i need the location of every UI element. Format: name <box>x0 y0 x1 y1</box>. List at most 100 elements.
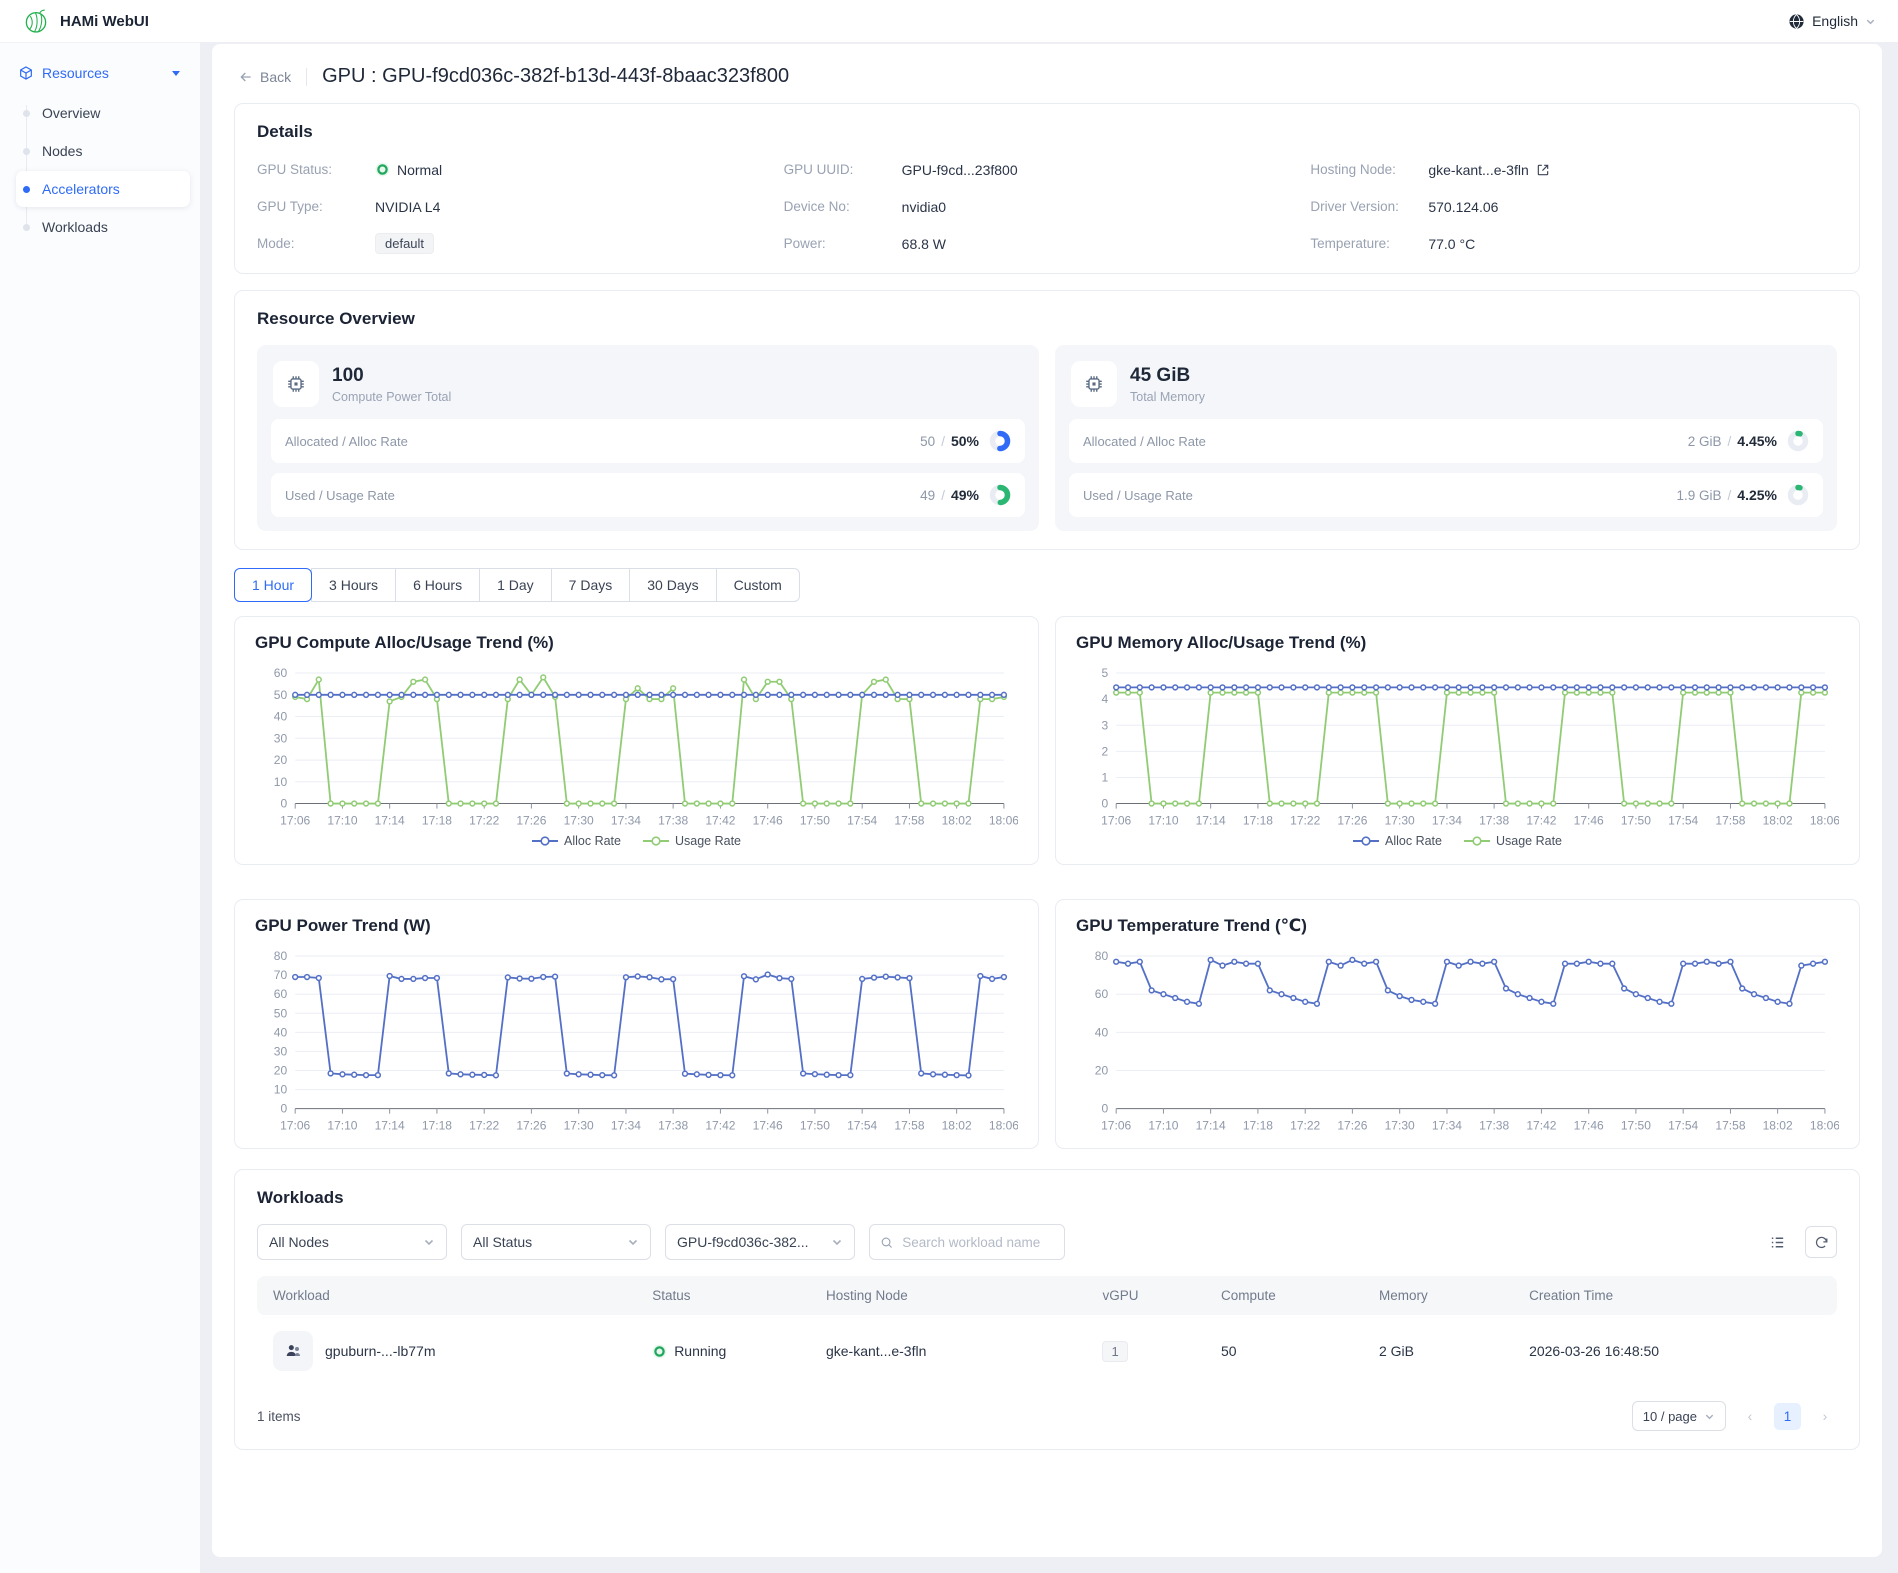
legend-marker-icon <box>643 836 669 846</box>
legend-item-usage-rate[interactable]: Usage Rate <box>643 834 741 848</box>
svg-text:17:22: 17:22 <box>1290 1118 1320 1132</box>
field-label: GPU Type: <box>257 199 375 214</box>
svg-text:17:14: 17:14 <box>1196 1118 1226 1132</box>
details-grid: GPU Status:NormalGPU Type:NVIDIA L4Mode:… <box>257 158 1837 255</box>
legend-label: Alloc Rate <box>564 834 621 848</box>
svg-text:60: 60 <box>1095 987 1109 1001</box>
status-filter-value: All Status <box>473 1234 532 1250</box>
field-value: Normal <box>397 162 442 178</box>
details-column: Hosting Node:gke-kant...e-3flnDriver Ver… <box>1310 158 1837 255</box>
brand: HAMi WebUI <box>22 7 149 35</box>
time-range-tab-3-hours[interactable]: 3 Hours <box>311 568 396 602</box>
svg-text:40: 40 <box>274 1025 288 1039</box>
time-range-tab-custom[interactable]: Custom <box>716 568 800 602</box>
details-card: Details GPU Status:NormalGPU Type:NVIDIA… <box>234 103 1860 274</box>
sidebar-tree: Overview NodesAcceleratorsWorkloads <box>16 95 190 245</box>
svg-text:17:10: 17:10 <box>1148 1118 1178 1132</box>
workload-compute: 50 <box>1205 1315 1363 1387</box>
sidebar-item-overview[interactable]: Overview <box>16 95 190 131</box>
svg-text:17:22: 17:22 <box>1290 814 1320 828</box>
sidebar-item-label: Overview <box>42 105 100 121</box>
chevron-down-icon <box>1865 16 1876 27</box>
workload-avatar-icon <box>283 1341 303 1361</box>
back-button[interactable]: Back <box>238 69 291 85</box>
next-page-button[interactable]: › <box>1813 1408 1837 1424</box>
field-label: GPU Status: <box>257 162 375 177</box>
gpu-filter-select[interactable]: GPU-f9cd036c-382... <box>665 1224 855 1260</box>
refresh-button[interactable] <box>1805 1226 1837 1258</box>
page-size-select[interactable]: 10 / page <box>1632 1401 1726 1431</box>
legend-item-alloc-rate[interactable]: Alloc Rate <box>532 834 621 848</box>
time-range-tab-6-hours[interactable]: 6 Hours <box>395 568 480 602</box>
language-selector[interactable]: English <box>1788 13 1876 30</box>
detail-field-gpu-type: GPU Type:NVIDIA L4 <box>257 195 784 218</box>
sidebar-section-resources[interactable]: Resources <box>10 53 190 93</box>
legend-label: Usage Rate <box>1496 834 1562 848</box>
svg-text:17:38: 17:38 <box>1479 1118 1509 1132</box>
resource-icon-box <box>273 361 319 407</box>
time-range-tab-30-days[interactable]: 30 Days <box>629 568 716 602</box>
svg-text:17:06: 17:06 <box>1101 814 1131 828</box>
svg-text:60: 60 <box>274 987 288 1001</box>
svg-text:17:50: 17:50 <box>800 1118 830 1132</box>
legend-item-usage-rate[interactable]: Usage Rate <box>1464 834 1562 848</box>
table-header-status: Status <box>636 1276 810 1315</box>
workload-name[interactable]: gpuburn-...-lb77m <box>325 1343 436 1359</box>
legend-item-alloc-rate[interactable]: Alloc Rate <box>1353 834 1442 848</box>
svg-text:17:50: 17:50 <box>1621 814 1651 828</box>
svg-text:17:58: 17:58 <box>894 1118 924 1132</box>
resource-overview-card: Resource Overview 100Compute Power Total… <box>234 290 1860 550</box>
svg-text:17:46: 17:46 <box>753 814 783 828</box>
time-range-tab-1-hour[interactable]: 1 Hour <box>234 568 312 602</box>
workloads-toolbar: All Nodes All Status GPU-f9cd036c-382... <box>257 1224 1837 1260</box>
svg-text:18:02: 18:02 <box>1763 1118 1793 1132</box>
resource-total-label: Total Memory <box>1130 390 1205 404</box>
column-settings-button[interactable] <box>1761 1226 1793 1258</box>
svg-text:17:06: 17:06 <box>280 814 310 828</box>
external-link-icon[interactable] <box>1536 163 1550 177</box>
hami-logo-icon <box>22 7 50 35</box>
chart-title: GPU Compute Alloc/Usage Trend (%) <box>255 633 1018 653</box>
workload-search-input[interactable] <box>900 1234 1054 1251</box>
time-range-tabs: 1 Hour3 Hours6 Hours1 Day7 Days30 DaysCu… <box>234 568 800 602</box>
table-header-creation-time: Creation Time <box>1513 1276 1837 1315</box>
node-filter-select[interactable]: All Nodes <box>257 1224 447 1260</box>
svg-text:17:22: 17:22 <box>469 814 499 828</box>
svg-text:17:58: 17:58 <box>1715 814 1745 828</box>
workload-row[interactable]: gpuburn-...-lb77mRunninggke-kant...e-3fl… <box>257 1315 1837 1387</box>
sidebar-item-nodes[interactable]: Nodes <box>16 133 190 169</box>
time-range-tab-1-day[interactable]: 1 Day <box>479 568 552 602</box>
pagination: 10 / page ‹ 1 › <box>1632 1401 1837 1431</box>
svg-text:17:46: 17:46 <box>753 1118 783 1132</box>
detail-field-gpu-uuid: GPU UUID:GPU-f9cd...23f800 <box>784 158 1311 181</box>
sidebar-item-accelerators[interactable]: Accelerators <box>16 171 190 207</box>
node-filter-value: All Nodes <box>269 1234 329 1250</box>
field-label: Power: <box>784 236 902 251</box>
chevron-down-icon <box>170 67 182 79</box>
svg-text:17:46: 17:46 <box>1574 814 1604 828</box>
chip-icon <box>285 373 307 395</box>
sidebar-item-workloads[interactable]: Workloads <box>16 209 190 245</box>
svg-text:10: 10 <box>274 775 288 789</box>
svg-text:17:34: 17:34 <box>1432 1118 1462 1132</box>
time-range-tab-7-days[interactable]: 7 Days <box>551 568 631 602</box>
line-chart: 01234517:0617:1017:1417:1817:2217:2617:3… <box>1076 661 1839 832</box>
legend-marker-icon <box>532 836 558 846</box>
resource-rate-row: Used / Usage Rate49/49% <box>271 473 1025 517</box>
svg-text:17:10: 17:10 <box>327 1118 357 1132</box>
tree-dot-icon <box>23 186 30 193</box>
table-header-compute: Compute <box>1205 1276 1363 1315</box>
page-size-value: 10 / page <box>1643 1409 1697 1424</box>
svg-text:20: 20 <box>274 1063 288 1077</box>
svg-text:18:06: 18:06 <box>1810 1118 1839 1132</box>
current-page[interactable]: 1 <box>1774 1403 1801 1430</box>
svg-text:70: 70 <box>274 968 288 982</box>
status-filter-select[interactable]: All Status <box>461 1224 651 1260</box>
svg-text:18:02: 18:02 <box>942 814 972 828</box>
svg-text:17:22: 17:22 <box>469 1118 499 1132</box>
status-normal-icon <box>375 162 390 177</box>
prev-page-button[interactable]: ‹ <box>1738 1408 1762 1424</box>
divider <box>306 68 307 86</box>
field-value: nvidia0 <box>902 199 946 215</box>
svg-text:5: 5 <box>1101 666 1108 680</box>
